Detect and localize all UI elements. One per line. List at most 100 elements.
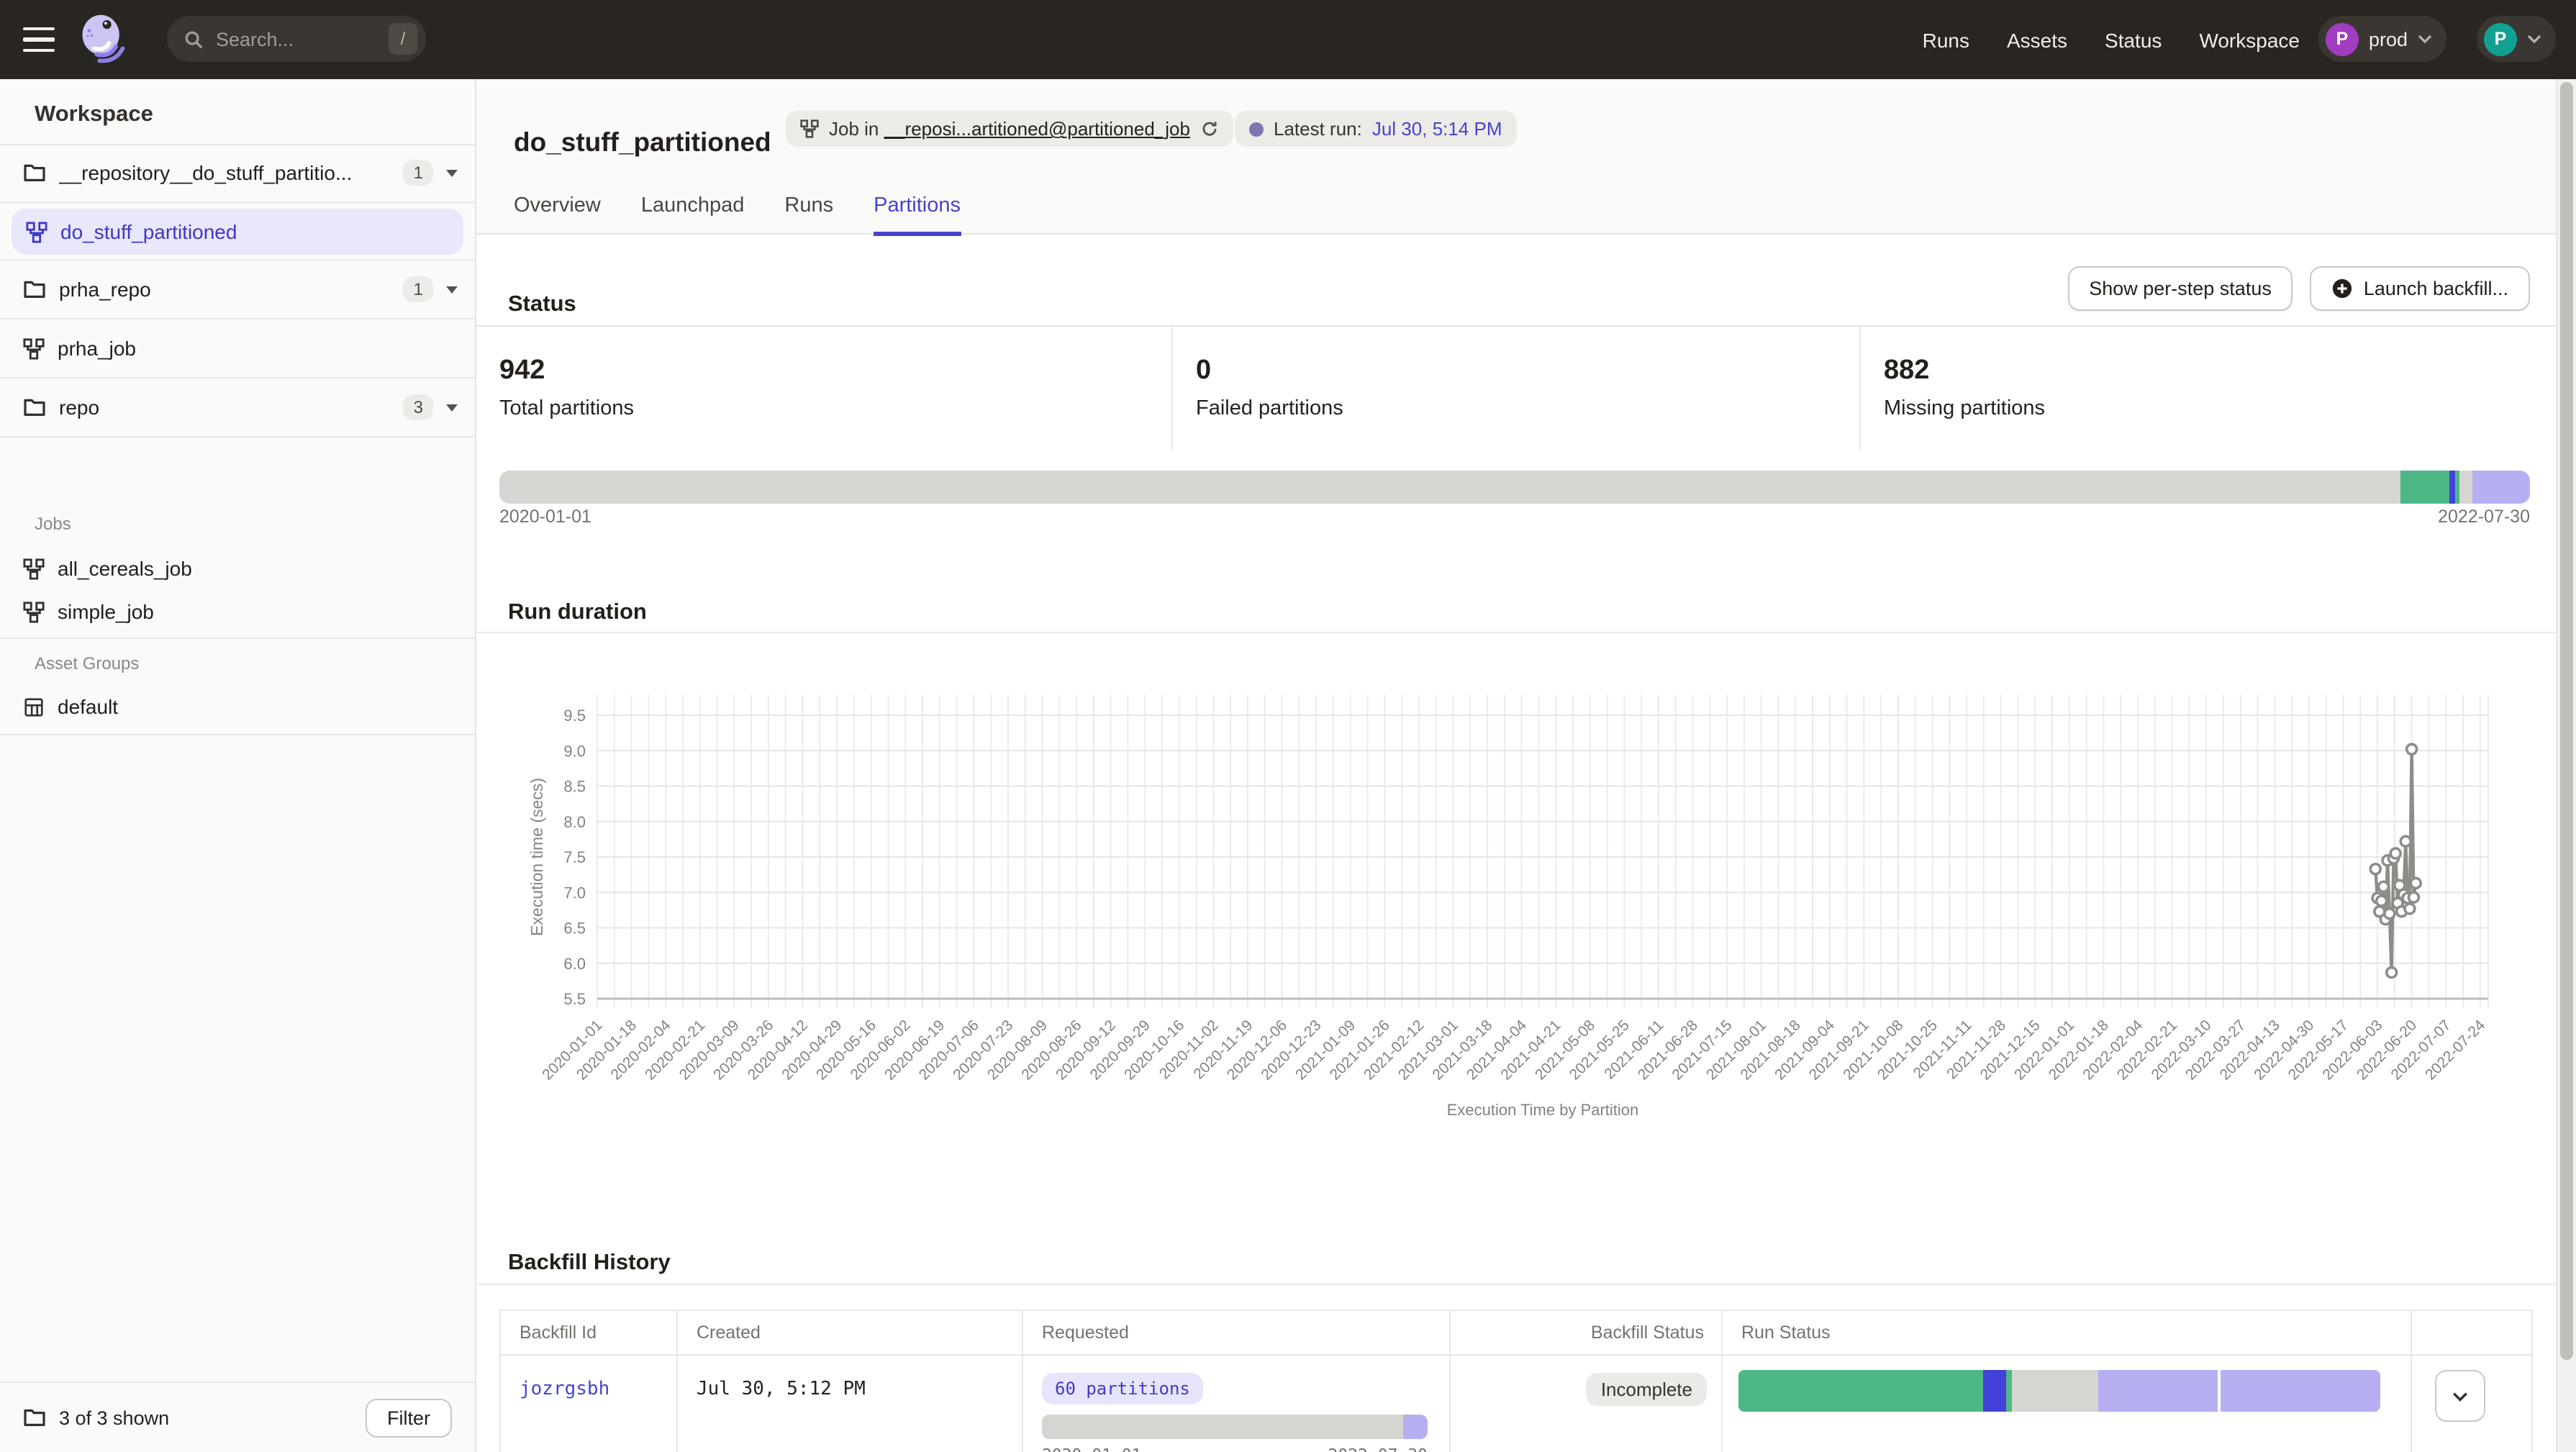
data-point[interactable] (2405, 904, 2415, 914)
latest-run-tag: Latest run: Jul 30, 5:14 PM (1235, 111, 1517, 147)
filter-button[interactable]: Filter (366, 1398, 452, 1437)
data-point[interactable] (2387, 968, 2397, 978)
octopus-logo-icon (75, 12, 130, 66)
folder-icon (23, 161, 46, 184)
chevron-down-icon (2452, 1391, 2468, 1401)
stat-label: Missing partitions (1884, 397, 2556, 420)
requested-range-end: 2022-07-30 (1328, 1445, 1428, 1452)
bar-segment-missing (499, 471, 2400, 504)
sidebar-item-prha-repo[interactable]: prha_repo 1 (0, 260, 475, 319)
data-point[interactable] (2390, 848, 2400, 858)
page-scrollbar[interactable] (2556, 79, 2576, 1452)
sidebar-item-default-asset-group[interactable]: default (0, 685, 475, 728)
chevron-down-icon (2418, 35, 2432, 43)
y-tick-label: 5.5 (563, 990, 586, 1008)
nav-workspace[interactable]: Workspace (2199, 28, 2300, 51)
sidebar-item-simple-job[interactable]: simple_job (0, 590, 475, 633)
stat-value: 942 (499, 355, 1171, 387)
nav-assets[interactable]: Assets (2007, 28, 2067, 51)
partition-bar-end-label: 2022-07-30 (2438, 507, 2530, 527)
tab-overview[interactable]: Overview (514, 180, 601, 236)
data-point[interactable] (2377, 896, 2387, 906)
job-origin-link[interactable]: __reposi...artitioned@partitioned_job (884, 118, 1190, 140)
dagster-logo[interactable] (75, 12, 130, 66)
cell-backfill-id: jozrgsbh (501, 1356, 676, 1452)
backfill-history-heading: Backfill History (508, 1251, 671, 1276)
sidebar-item-prha-job[interactable]: prha_job (0, 319, 475, 378)
tab-partitions[interactable]: Partitions (874, 180, 961, 236)
cell-backfill-status: Incomplete (1449, 1356, 1721, 1452)
launch-backfill-button[interactable]: Launch backfill... (2310, 266, 2530, 311)
data-point[interactable] (2411, 878, 2421, 888)
tab-runs[interactable]: Runs (784, 180, 833, 236)
folder-icon (23, 1406, 46, 1429)
data-point[interactable] (2370, 864, 2380, 874)
job-icon (800, 119, 819, 138)
expand-row-button[interactable] (2435, 1370, 2485, 1422)
run-status-dot-icon (1249, 122, 1264, 136)
sidebar-item-do-stuff-partitioned[interactable]: do_stuff_partitioned (12, 209, 463, 255)
bar-segment-missing (1042, 1415, 1402, 1439)
status-heading: Status (508, 292, 576, 318)
sidebar-item-repo[interactable]: repo 3 (0, 378, 475, 437)
job-origin-prefix: Job in (829, 118, 884, 140)
deployment-switcher[interactable]: P prod (2318, 16, 2446, 62)
divider (0, 734, 475, 735)
partition-status-bar[interactable] (499, 471, 2530, 504)
data-point[interactable] (2385, 909, 2395, 919)
job-icon (23, 601, 45, 622)
run-status-bar[interactable] (1738, 1370, 2380, 1412)
sidebar-repo-list: __repository__do_stuff_partitio... 1 do_… (0, 144, 475, 437)
column-header-created: Created (676, 1311, 1022, 1354)
menu-icon[interactable] (23, 27, 55, 52)
column-header-actions (2411, 1311, 2531, 1354)
stat-value: 0 (1196, 355, 1859, 387)
created-timestamp: Jul 30, 5:12 PM (697, 1379, 1022, 1400)
requested-range-labels: 2020-01-01 2022-07-30 (1042, 1445, 1428, 1452)
asset-groups-section-label: Asset Groups (35, 653, 139, 673)
search-input[interactable]: Search... / (167, 16, 426, 62)
nav-status[interactable]: Status (2105, 28, 2162, 51)
tab-launchpad[interactable]: Launchpad (641, 180, 745, 236)
y-tick-label: 9.0 (563, 742, 586, 760)
latest-run-time-link[interactable]: Jul 30, 5:14 PM (1372, 118, 1502, 140)
caret-down-icon[interactable] (446, 169, 458, 176)
sidebar-item-all-cereals-job[interactable]: all_cereals_job (0, 547, 475, 590)
topbar: Search... / Runs Assets Status Workspace… (0, 0, 2576, 79)
backfill-history-table: Backfill Id Created Requested Backfill S… (499, 1310, 2533, 1452)
data-point[interactable] (2408, 892, 2418, 902)
bar-segment-queued (2221, 1370, 2380, 1412)
data-point[interactable] (2378, 881, 2388, 891)
sidebar-item-label: simple_job (58, 600, 154, 623)
backfill-id-link[interactable]: jozrgsbh (520, 1379, 676, 1400)
y-tick-label: 7.5 (563, 848, 586, 866)
user-menu[interactable]: P (2477, 16, 2556, 62)
bar-segment-in_progress (1984, 1370, 2005, 1412)
scrollbar-thumb[interactable] (2560, 82, 2573, 1360)
data-point[interactable] (2407, 744, 2417, 754)
data-point[interactable] (2400, 836, 2411, 846)
column-header-backfill-status: Backfill Status (1449, 1311, 1721, 1354)
show-per-step-status-button[interactable]: Show per-step status (2067, 266, 2293, 311)
refresh-icon[interactable] (1200, 119, 1219, 138)
latest-run-label: Latest run: (1274, 118, 1362, 140)
requested-partitions-tag[interactable]: 60 partitions (1042, 1373, 1203, 1405)
stat-failed-partitions: 0 Failed partitions (1171, 327, 1859, 450)
partition-bar-labels: 2020-01-01 2022-07-30 (499, 507, 2530, 527)
sidebar-item-label: prha_job (58, 337, 458, 360)
shown-count-text: 3 of 3 shown (59, 1407, 169, 1428)
sidebar-item-repository-do-stuff[interactable]: __repository__do_stuff_partitio... 1 (0, 144, 475, 203)
caret-down-icon[interactable] (446, 286, 458, 293)
y-tick-label: 8.0 (563, 813, 586, 831)
bar-segment-success (2400, 471, 2449, 504)
stat-total-partitions: 942 Total partitions (476, 327, 1171, 450)
nav-runs[interactable]: Runs (1923, 28, 1969, 51)
sidebar-item-label: __repository__do_stuff_partitio... (59, 161, 391, 184)
requested-range-start: 2020-01-01 (1042, 1445, 1142, 1452)
column-header-backfill-id: Backfill Id (501, 1311, 676, 1354)
user-avatar: P (2484, 22, 2517, 55)
sidebar-item-label: all_cereals_job (58, 557, 192, 580)
partition-stats-row: 942 Total partitions 0 Failed partitions… (476, 325, 2556, 450)
chevron-down-icon (2527, 35, 2541, 43)
caret-down-icon[interactable] (446, 404, 458, 411)
